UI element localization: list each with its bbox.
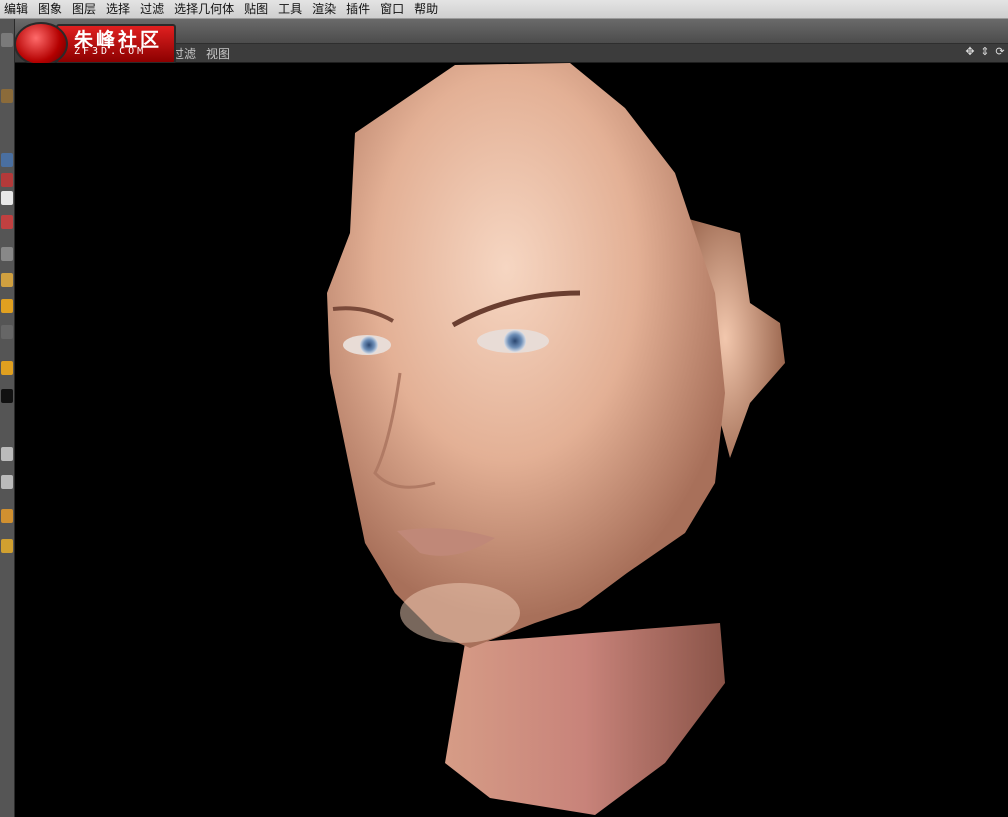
- checker-alt-tool-icon[interactable]: [1, 475, 13, 489]
- dolly-icon[interactable]: ⇕: [979, 45, 991, 59]
- color-swatch-icon[interactable]: [1, 389, 13, 403]
- viewport-menu-view[interactable]: 视图: [206, 45, 230, 62]
- right-iris: [504, 330, 526, 352]
- menu-select-geometry[interactable]: 选择几何体: [170, 0, 240, 18]
- pen-tool-icon[interactable]: [1, 173, 13, 187]
- menu-render[interactable]: 渲染: [308, 0, 342, 18]
- smudge-tool-icon[interactable]: [1, 247, 13, 261]
- clone-tool-icon[interactable]: [1, 215, 13, 229]
- menu-bar: 编辑 图象 图层 选择 过滤 选择几何体 贴图 工具 渲染 插件 窗口 帮助: [0, 0, 1008, 19]
- menu-image[interactable]: 图象: [34, 0, 68, 18]
- 3d-viewport[interactable]: [15, 63, 1008, 817]
- fill-tool-icon[interactable]: [1, 299, 13, 313]
- checker-tool-icon[interactable]: [1, 447, 13, 461]
- menu-help[interactable]: 帮助: [410, 0, 444, 18]
- tool-palette: [0, 19, 15, 817]
- neck-shape: [445, 623, 725, 815]
- menu-select[interactable]: 选择: [102, 0, 136, 18]
- erase-tool-icon[interactable]: [1, 191, 13, 205]
- arrow-tool-icon[interactable]: [1, 509, 13, 523]
- menu-texture[interactable]: 贴图: [240, 0, 274, 18]
- menu-layer[interactable]: 图层: [68, 0, 102, 18]
- move-icon[interactable]: ✥: [964, 45, 976, 59]
- rotate-tool-icon[interactable]: [1, 539, 13, 553]
- brush-tool-icon[interactable]: [1, 89, 13, 103]
- star-tool-icon[interactable]: [1, 361, 13, 375]
- logo-emblem-icon: [14, 22, 68, 66]
- menu-plugins[interactable]: 插件: [342, 0, 376, 18]
- menu-filter[interactable]: 过滤: [136, 0, 170, 18]
- viewport-nav-icons: ✥ ⇕ ⟳: [964, 45, 1006, 59]
- rotate-icon[interactable]: ⟳: [994, 45, 1006, 59]
- heart-tool-icon[interactable]: [1, 325, 13, 339]
- face-model-render: [327, 63, 785, 815]
- logo-subtitle: ZF3D.COM: [74, 46, 147, 57]
- select-tool-icon[interactable]: [1, 153, 13, 167]
- menu-window[interactable]: 窗口: [376, 0, 410, 18]
- watermark-logo: 朱峰社区 ZF3D.COM: [14, 20, 176, 66]
- left-iris: [360, 336, 378, 354]
- head-shape: [327, 63, 725, 648]
- chin-shading: [400, 583, 520, 643]
- paint-tool-icon[interactable]: [1, 33, 13, 47]
- menu-edit[interactable]: 编辑: [0, 0, 34, 18]
- shape-tool-icon[interactable]: [1, 273, 13, 287]
- menu-tools[interactable]: 工具: [274, 0, 308, 18]
